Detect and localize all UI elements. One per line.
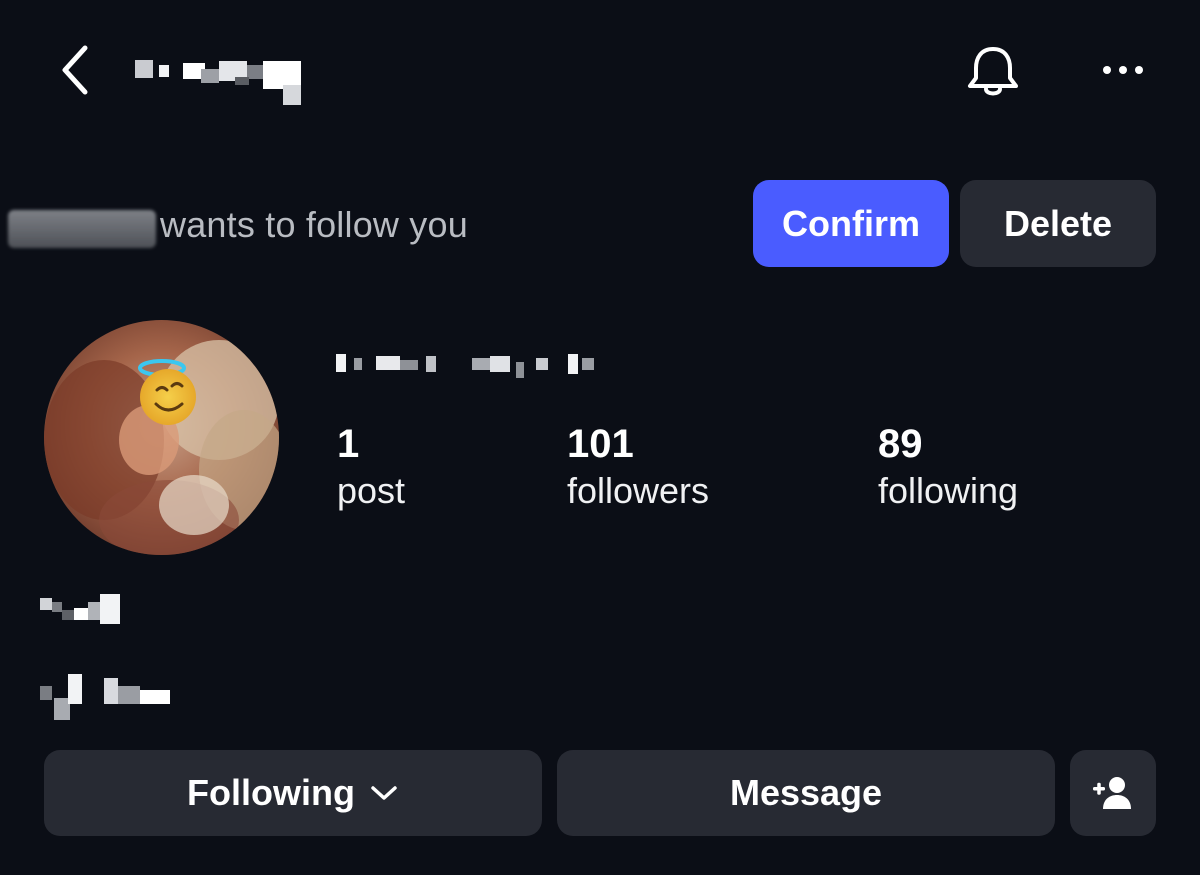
notifications-button[interactable] [960,40,1026,106]
more-horizontal-icon [1103,66,1111,74]
profile-page: wants to follow you Confirm Delete 1 pos… [0,0,1200,875]
message-button[interactable]: Message [557,750,1055,836]
requester-name-redacted [8,210,156,248]
bell-icon [968,47,1018,96]
confirm-button[interactable]: Confirm [753,180,949,267]
following-button-label: Following [187,772,355,813]
following-label: following [878,470,1019,511]
username-redacted [135,60,301,105]
bio-line-redacted [40,674,170,720]
followers-label: followers [567,470,710,511]
follow-request-text: wants to follow you [160,204,468,245]
avatar[interactable] [44,320,279,555]
suggested-users-button[interactable] [1070,750,1156,836]
followers-stat[interactable]: 101 followers [567,420,709,514]
posts-label: post [337,470,406,511]
posts-count: 1 [337,422,360,466]
delete-button[interactable]: Delete [960,180,1156,267]
display-name-redacted [336,354,594,378]
more-options-button[interactable] [1093,50,1153,90]
posts-stat[interactable]: 1 post [337,420,405,514]
chevron-down-icon [369,783,399,803]
avatar-image [44,320,279,555]
following-count: 89 [878,422,923,466]
person-add-icon [1093,777,1131,809]
back-button[interactable] [48,40,98,100]
chevron-left-icon [62,45,88,95]
following-stat[interactable]: 89 following [878,420,1018,514]
following-dropdown-button[interactable]: Following [44,750,542,836]
follow-request-banner: wants to follow you Confirm Delete [0,180,1200,270]
bio-line-redacted [40,594,120,624]
followers-count: 101 [567,422,634,466]
